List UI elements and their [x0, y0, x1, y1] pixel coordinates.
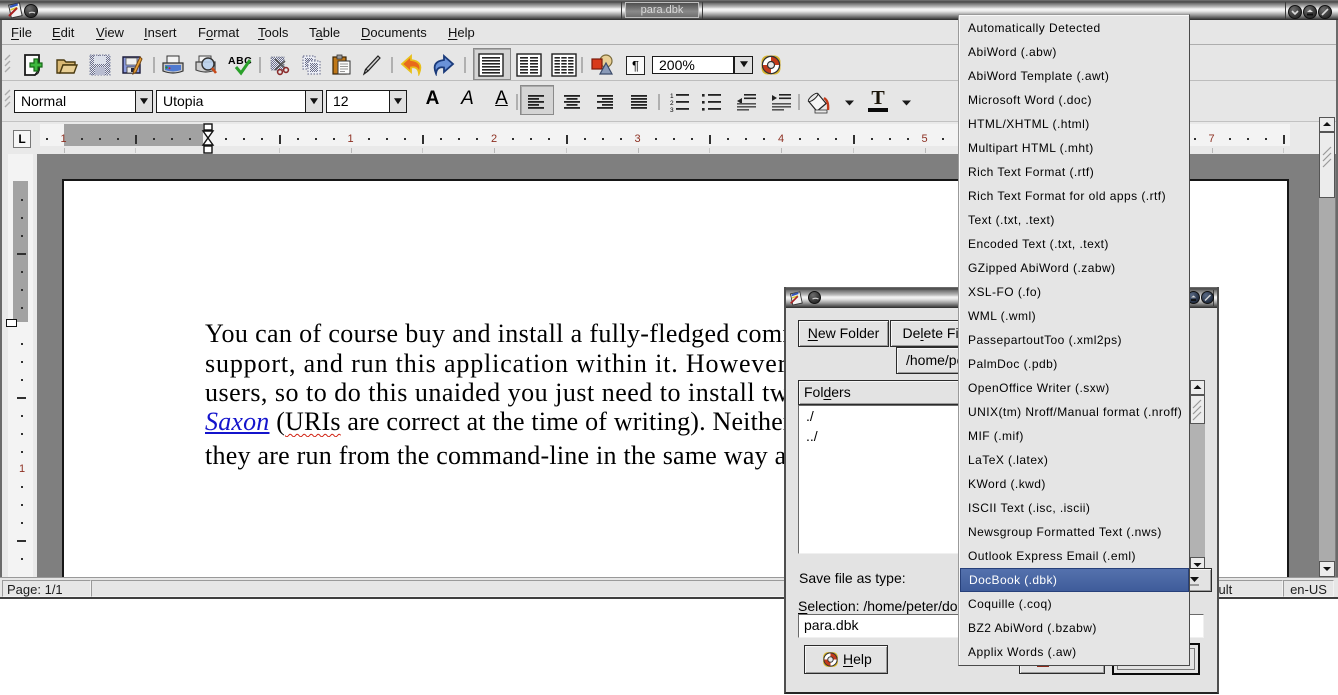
svg-text:2: 2: [670, 100, 674, 107]
svg-text:1: 1: [670, 93, 674, 100]
svg-text:3: 3: [670, 107, 674, 112]
